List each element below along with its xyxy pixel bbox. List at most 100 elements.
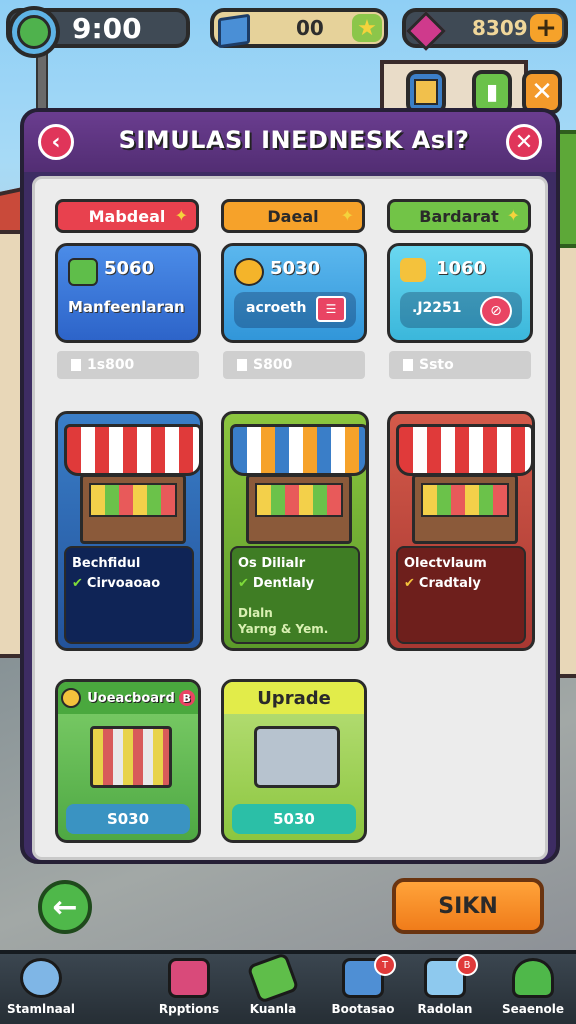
stat-value: 5030	[270, 258, 321, 279]
market-stall-icon	[412, 474, 518, 544]
stall-card-3[interactable]: Olectvlaum ✔ Cradtaly	[387, 411, 535, 651]
goods-icon	[255, 483, 343, 517]
panel-header: ‹ SIMULASI INEDNESK AsI? ✕	[24, 112, 556, 172]
stat-label: .J2251	[412, 300, 462, 316]
player-avatar[interactable]	[8, 6, 60, 58]
nav-label: Seaenole	[501, 1002, 565, 1016]
price-value: Ssto	[419, 357, 454, 373]
stall-feature-text: Cirvoaoao	[86, 576, 161, 591]
stall-card-1[interactable]: Bechfidul ✔ Cirvoaoao	[55, 411, 203, 651]
awning-icon	[396, 424, 532, 476]
time-label: 9:00	[72, 11, 142, 45]
stat-label: acroeth	[246, 300, 307, 316]
stall-feature-text: Dentlaly	[252, 576, 315, 591]
stat-label: Manfeenlaran	[68, 298, 185, 316]
coin-icon	[61, 688, 82, 708]
stall-title: Os Dilialr	[238, 556, 306, 571]
stall-feature-text: Cradtaly	[418, 576, 481, 591]
stat-action-row: .J2251 ⊘	[400, 292, 522, 328]
avatar-icon	[17, 15, 51, 49]
star-icon	[512, 958, 554, 998]
notification-badge: T	[374, 954, 396, 976]
coins-value: 8309	[472, 16, 528, 40]
sparkle-icon: ✦	[174, 206, 188, 225]
awning-icon	[64, 424, 200, 476]
market-stall-icon	[80, 474, 186, 544]
diamond-icon	[406, 11, 446, 51]
clock-display: 9:00	[6, 6, 190, 58]
stall-title: Olectvlaum	[404, 556, 487, 571]
panel-title: SIMULASI INEDNESK AsI?	[118, 126, 470, 154]
upgrade-title: Uoeacboard	[87, 690, 175, 706]
stall-note: Dlaln	[238, 606, 273, 620]
panel-close-button[interactable]: ✕	[506, 124, 542, 160]
tab-bardarat[interactable]: Bardarat ✦	[387, 199, 531, 233]
sparkle-icon: ✦	[340, 206, 354, 225]
panel-back-button[interactable]: ‹	[38, 124, 74, 160]
shop-icon	[414, 79, 438, 105]
add-coins-button[interactable]: +	[530, 13, 562, 43]
gems-counter: 00 ★	[210, 8, 388, 49]
price-tag-1: 1s800	[57, 351, 199, 379]
stat-value: 5060	[104, 258, 155, 279]
stall-card-2[interactable]: Os Dilialr ✔ Dentlaly Dlaln Yarng & Yem.	[221, 411, 369, 651]
goods-icon	[89, 483, 177, 517]
upgrade-header: Uoeacboard B	[58, 682, 198, 714]
shop-icon	[168, 958, 210, 998]
gear-icon	[234, 258, 264, 286]
notification-badge: B	[456, 954, 478, 976]
nav-item-seaenole[interactable]: Seaenole	[488, 956, 576, 1024]
tab-label: Bardarat	[419, 206, 499, 226]
upgrade-price-button[interactable]: 5030	[232, 804, 356, 834]
stat-card-2[interactable]: 5030 acroeth ☰	[221, 243, 367, 343]
stall-feature: ✔ Dentlaly	[238, 576, 314, 591]
tab-label: Mabdeal	[88, 206, 166, 226]
goods-icon	[421, 483, 509, 517]
nav-label: Radolan	[417, 1002, 473, 1016]
stall-feature: ✔ Cradtaly	[404, 576, 481, 591]
price-value: S800	[253, 357, 293, 373]
check-icon: ✔	[72, 576, 83, 591]
price-tag-2: S800	[223, 351, 365, 379]
skin-button[interactable]: SIKN	[392, 878, 544, 934]
nav-item-kuanla[interactable]: Kuanla	[228, 952, 318, 1024]
stat-card-1[interactable]: 5060 Manfeenlaran	[55, 243, 201, 343]
nav-label: Bootasao	[331, 1002, 395, 1016]
shopping-cart-icon	[90, 726, 172, 788]
stall-note-2: Yarng & Yem.	[238, 622, 329, 636]
stall-info: Bechfidul ✔ Cirvoaoao	[64, 546, 194, 644]
star-icon: ★	[400, 258, 426, 286]
upgrade-card-bin[interactable]: Uprade 5030	[221, 679, 367, 843]
nav-label: Stamlnaal	[7, 1002, 75, 1016]
check-icon: ✔	[404, 576, 415, 591]
tag-icon	[237, 359, 247, 371]
simulation-panel: ‹ SIMULASI INEDNESK AsI? ✕ Mabdeal ✦ Dae…	[20, 108, 560, 864]
nav-item-radolan[interactable]: B Radolan	[400, 954, 490, 1024]
menu-icon[interactable]: ☰	[316, 296, 346, 322]
panel-body: Mabdeal ✦ Daeal ✦ Bardarat ✦ 5060 Manfee…	[32, 176, 548, 860]
stat-action-row: acroeth ☰	[234, 292, 356, 328]
stat-value: 1060	[436, 258, 487, 279]
nav-item-stamlnaal[interactable]: Stamlnaal	[0, 956, 86, 1024]
green-box-icon	[68, 258, 98, 286]
gem-cube-icon	[218, 13, 250, 49]
nav-label: Kuanla	[249, 1002, 297, 1016]
container-cart-icon	[254, 726, 340, 788]
no-entry-icon[interactable]: ⊘	[480, 296, 512, 326]
gems-star-button[interactable]: ★	[352, 14, 382, 42]
nav-label: Rpptions	[158, 1002, 220, 1016]
market-stall-icon	[246, 474, 352, 544]
nav-item-rpptions[interactable]: Rpptions	[144, 956, 234, 1024]
tag-icon	[403, 359, 413, 371]
stat-card-3[interactable]: ★ 1060 .J2251 ⊘	[387, 243, 533, 343]
tab-mabdeal[interactable]: Mabdeal ✦	[55, 199, 199, 233]
stall-info: Olectvlaum ✔ Cradtaly	[396, 546, 526, 644]
upgrade-badge: B	[178, 690, 195, 706]
upgrade-price-button[interactable]: S030	[66, 804, 190, 834]
nav-item-bootasao[interactable]: T Bootasao	[318, 954, 408, 1024]
stall-title: Bechfidul	[72, 556, 141, 571]
back-button[interactable]: ←	[38, 880, 92, 934]
tab-daeal[interactable]: Daeal ✦	[221, 199, 365, 233]
ticket-icon	[246, 952, 300, 1004]
upgrade-card-cart[interactable]: Uoeacboard B S030	[55, 679, 201, 843]
